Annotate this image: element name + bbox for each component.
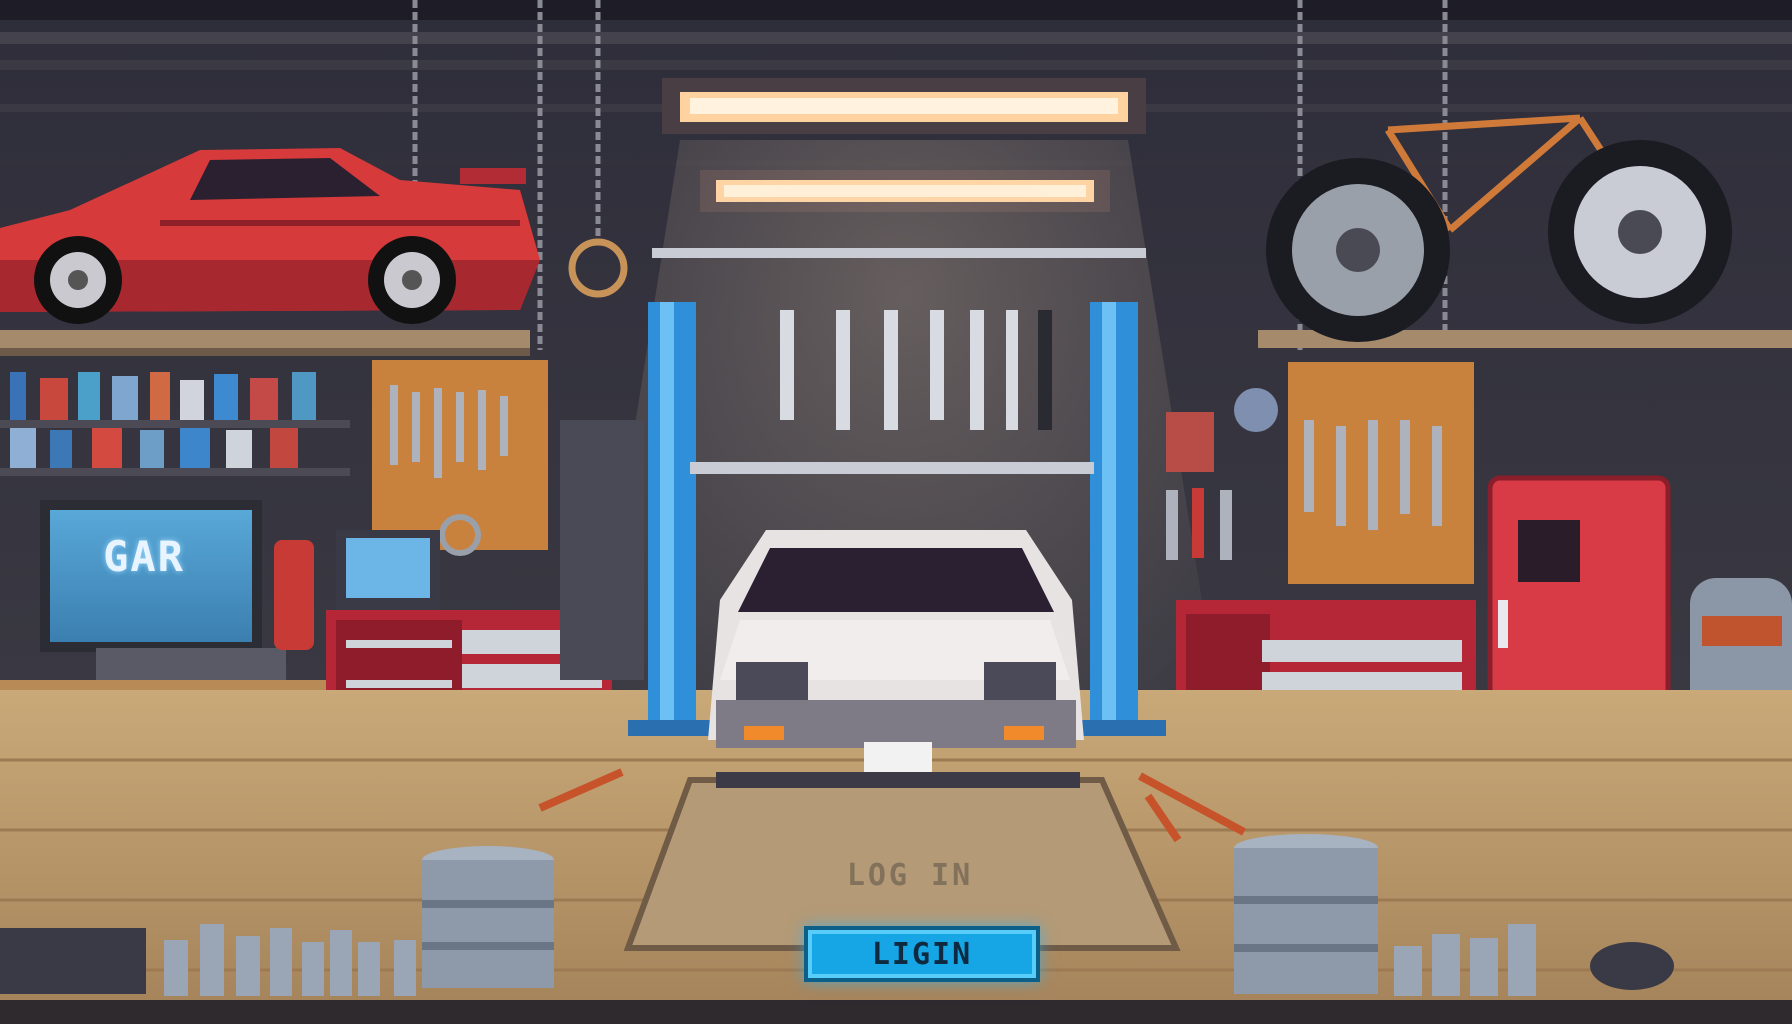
login-button[interactable]: LIGIN bbox=[804, 926, 1040, 982]
storage-shelf bbox=[560, 420, 644, 680]
floor-drawer bbox=[0, 928, 146, 994]
hanging-wheel bbox=[1548, 140, 1732, 324]
floor-bottom-edge bbox=[0, 1000, 1792, 1024]
workstation-monitor bbox=[336, 530, 440, 610]
ceiling-beam bbox=[0, 60, 1792, 70]
keyboard bbox=[96, 648, 286, 682]
upper-shelf-edge bbox=[0, 348, 530, 356]
floor-oil-pan bbox=[1590, 942, 1674, 990]
login-button-label: LIGIN bbox=[871, 936, 973, 972]
floor-login-text: LOG IN bbox=[846, 858, 974, 893]
right-pegboard bbox=[1288, 362, 1474, 584]
ceiling-beam bbox=[0, 0, 1792, 20]
ceiling-beam bbox=[0, 32, 1792, 44]
red-canister bbox=[274, 540, 314, 650]
upper-shelf bbox=[0, 330, 530, 350]
hanging-wheel bbox=[1266, 158, 1450, 342]
left-pegboard bbox=[372, 360, 548, 556]
ceiling-light bbox=[662, 78, 1146, 134]
oil-barrel bbox=[422, 846, 554, 988]
monitor-screen-text: GAR bbox=[103, 532, 185, 581]
oil-barrel bbox=[1234, 834, 1378, 994]
